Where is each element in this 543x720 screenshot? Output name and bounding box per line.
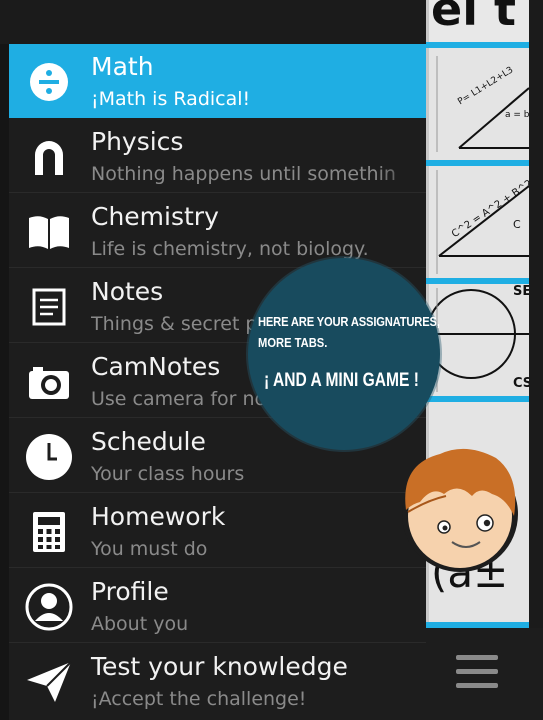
menu-item-subtitle: About you (91, 613, 189, 635)
formula-2b: C (513, 218, 521, 231)
paper-plane-icon (23, 656, 75, 708)
header-text: el t (431, 0, 516, 36)
notepad-icon (23, 281, 75, 333)
menu-item-title: Math (91, 52, 154, 81)
mascot-character-icon (402, 448, 518, 572)
triangle-figure (436, 56, 529, 152)
menu-item-subtitle: You must do (91, 538, 208, 560)
book-icon (23, 206, 75, 258)
tutorial-bubble: HERE ARE YOUR ASSIGNATURES, MORE TABS. ¡… (248, 258, 440, 450)
clock-icon (23, 431, 75, 483)
header-cell: el t (429, 0, 529, 42)
menu-item-test-your-knowledge[interactable]: Test your knowledge ¡Accept the challeng… (9, 644, 426, 720)
menu-item-title: Physics (91, 127, 184, 156)
menu-item-subtitle: Life is chemistry, not biology. (91, 238, 369, 260)
menu-item-title: Chemistry (91, 202, 219, 231)
divide-icon (23, 56, 75, 108)
formula-card-1[interactable]: P= L1+L2+L3 a = b (429, 48, 529, 160)
menu-item-subtitle: Your class hours (91, 463, 245, 485)
magnet-icon (23, 131, 75, 183)
menu-item-homework[interactable]: Homework You must do (9, 494, 426, 568)
tutorial-text-line3: ¡ AND A MINI GAME ! (264, 370, 419, 391)
hamburger-menu-icon[interactable] (456, 651, 500, 691)
formula-card-2[interactable]: C^2 = A^2 + B^2 C (429, 166, 529, 278)
drawer-edge (0, 44, 9, 720)
menu-item-chemistry[interactable]: Chemistry Life is chemistry, not biology… (9, 194, 426, 268)
menu-item-title: CamNotes (91, 352, 221, 381)
formula-3b: CS (513, 376, 529, 391)
calculator-icon (23, 506, 75, 558)
profile-icon (23, 581, 75, 633)
menu-item-title: Schedule (91, 427, 206, 456)
menu-item-subtitle: ¡Math is Radical! (91, 88, 251, 110)
menu-item-title: Profile (91, 577, 169, 606)
formula-3a: SE (513, 284, 529, 299)
menu-item-title: Notes (91, 277, 164, 306)
menu-item-title: Homework (91, 502, 226, 531)
menu-item-subtitle: Nothing happens until somethin (91, 163, 396, 185)
menu-item-title: Test your knowledge (91, 652, 348, 681)
menu-item-physics[interactable]: Physics Nothing happens until somethin (9, 119, 426, 193)
menu-item-math[interactable]: Math ¡Math is Radical! (9, 44, 426, 118)
tutorial-text-line2: MORE TABS. (258, 335, 328, 350)
formula-1b: a = b (505, 110, 529, 120)
formula-card-3[interactable]: SE CS (429, 284, 529, 396)
drawer-header (0, 0, 426, 44)
right-edge (529, 0, 543, 628)
menu-item-profile[interactable]: Profile About you (9, 569, 426, 643)
tutorial-text-line1: HERE ARE YOUR ASSIGNATURES, (258, 314, 440, 329)
menu-item-subtitle: ¡Accept the challenge! (91, 688, 307, 710)
camera-icon (23, 356, 75, 408)
